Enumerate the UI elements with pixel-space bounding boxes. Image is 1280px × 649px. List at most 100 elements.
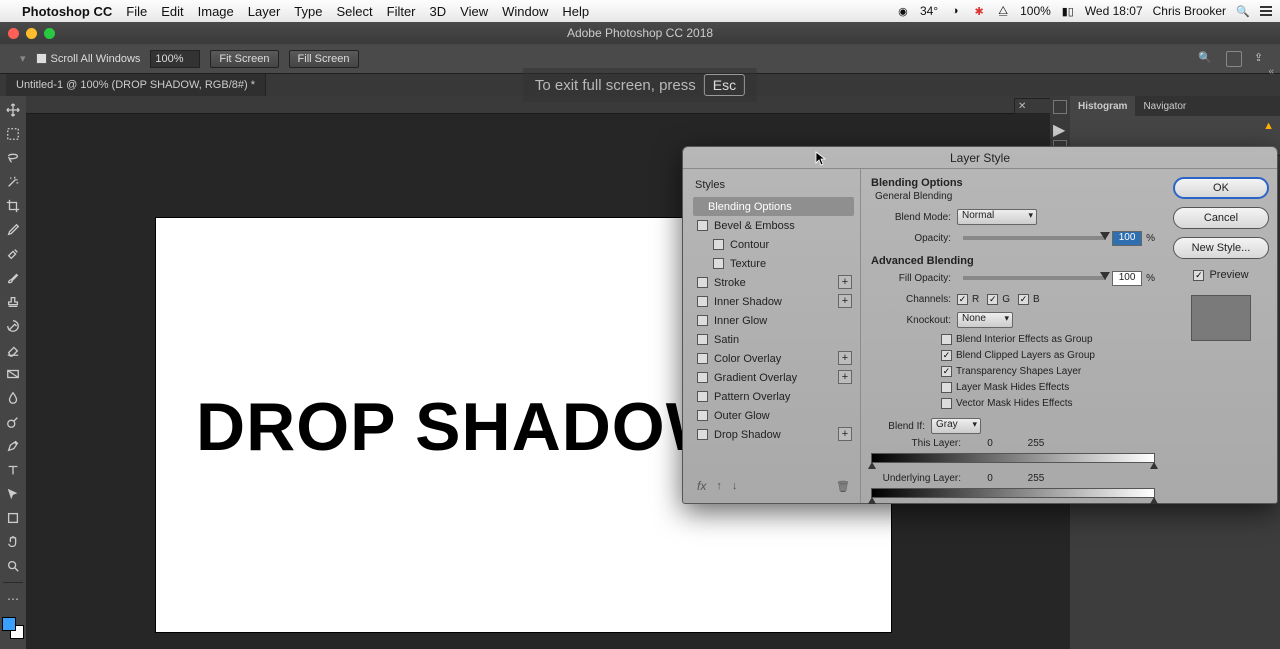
menu-help[interactable]: Help bbox=[562, 4, 589, 19]
share-icon[interactable]: ⇪ bbox=[1254, 51, 1270, 67]
eyedropper-tool[interactable] bbox=[3, 220, 23, 240]
dialog-title[interactable]: Layer Style bbox=[683, 147, 1277, 169]
fx-icon[interactable]: fx bbox=[697, 479, 706, 493]
adv3-checkbox[interactable] bbox=[941, 366, 952, 377]
adv4-checkbox[interactable] bbox=[941, 382, 952, 393]
hand-tool[interactable] bbox=[3, 532, 23, 552]
user-name[interactable]: Chris Brooker bbox=[1153, 4, 1226, 18]
battery-icon[interactable]: ▮▯ bbox=[1061, 4, 1075, 18]
add-drop-shadow-icon[interactable]: + bbox=[838, 427, 852, 441]
style-satin[interactable]: Satin bbox=[693, 330, 854, 349]
blendif-select[interactable]: Gray bbox=[931, 418, 981, 434]
fill-opacity-field[interactable]: 100 bbox=[1112, 271, 1142, 286]
under-layer-gradient[interactable] bbox=[871, 488, 1155, 498]
fg-color-swatch[interactable] bbox=[2, 617, 16, 631]
spotlight-icon[interactable]: 🔍 bbox=[1236, 4, 1250, 18]
collapse-panels-icon[interactable]: « bbox=[1268, 66, 1274, 77]
menu-select[interactable]: Select bbox=[336, 4, 372, 19]
clock[interactable]: Wed 18:07 bbox=[1085, 4, 1143, 18]
style-pattern-overlay[interactable]: Pattern Overlay bbox=[693, 387, 854, 406]
type-tool[interactable] bbox=[3, 460, 23, 480]
brush-tool[interactable] bbox=[3, 268, 23, 288]
tab-navigator[interactable]: Navigator bbox=[1135, 96, 1194, 116]
dock-icon-1[interactable] bbox=[1053, 100, 1067, 114]
zoom-input[interactable] bbox=[150, 50, 200, 68]
edit-toolbar-icon[interactable]: ⋯ bbox=[3, 589, 23, 609]
zoom-tool[interactable] bbox=[3, 556, 23, 576]
menu-window[interactable]: Window bbox=[502, 4, 548, 19]
scroll-all-checkbox[interactable] bbox=[36, 53, 47, 64]
move-tool[interactable] bbox=[3, 100, 23, 120]
adv1-checkbox[interactable] bbox=[941, 334, 952, 345]
style-bevel[interactable]: Bevel & Emboss bbox=[693, 216, 854, 235]
add-inner-shadow-icon[interactable]: + bbox=[838, 294, 852, 308]
opacity-slider[interactable] bbox=[963, 236, 1106, 240]
pen-tool[interactable] bbox=[3, 436, 23, 456]
menubar-app[interactable]: Photoshop CC bbox=[22, 4, 112, 19]
stamp-tool[interactable] bbox=[3, 292, 23, 312]
channel-b-checkbox[interactable] bbox=[1018, 294, 1029, 305]
style-blending-options[interactable]: Blending Options bbox=[693, 197, 854, 216]
search-icon[interactable]: 🔍 bbox=[1198, 51, 1214, 67]
opacity-field[interactable]: 100 bbox=[1112, 231, 1142, 246]
dodge-tool[interactable] bbox=[3, 412, 23, 432]
tab-histogram[interactable]: Histogram bbox=[1070, 96, 1135, 116]
blend-mode-select[interactable]: Normal bbox=[957, 209, 1037, 225]
temp-indicator[interactable]: 34° bbox=[920, 4, 938, 18]
crop-tool[interactable] bbox=[3, 196, 23, 216]
menu-type[interactable]: Type bbox=[294, 4, 322, 19]
channel-r-checkbox[interactable] bbox=[957, 294, 968, 305]
shape-tool[interactable] bbox=[3, 508, 23, 528]
path-tool[interactable] bbox=[3, 484, 23, 504]
history-tool[interactable] bbox=[3, 316, 23, 336]
cloud-icon[interactable]: ◑ bbox=[948, 4, 962, 18]
this-layer-gradient[interactable] bbox=[871, 453, 1155, 463]
style-texture[interactable]: Texture bbox=[693, 254, 854, 273]
channel-g-checkbox[interactable] bbox=[987, 294, 998, 305]
menu-image[interactable]: Image bbox=[198, 4, 234, 19]
style-outer-glow[interactable]: Outer Glow bbox=[693, 406, 854, 425]
menu-filter[interactable]: Filter bbox=[387, 4, 416, 19]
blur-tool[interactable] bbox=[3, 388, 23, 408]
wifi-icon[interactable]: ⧋ bbox=[996, 4, 1010, 18]
adv2-checkbox[interactable] bbox=[941, 350, 952, 361]
fill-screen-button[interactable]: Fill Screen bbox=[289, 50, 359, 68]
warning-icon[interactable]: ▲ bbox=[1263, 120, 1274, 132]
gradient-tool[interactable] bbox=[3, 364, 23, 384]
style-color-overlay[interactable]: Color Overlay+ bbox=[693, 349, 854, 368]
menu-view[interactable]: View bbox=[460, 4, 488, 19]
menu-file[interactable]: File bbox=[126, 4, 147, 19]
color-swatches[interactable] bbox=[2, 617, 24, 639]
styles-head[interactable]: Styles bbox=[693, 175, 854, 197]
dock-icon-2[interactable]: ▶ bbox=[1053, 120, 1067, 134]
ok-button[interactable]: OK bbox=[1173, 177, 1269, 199]
new-style-button[interactable]: New Style... bbox=[1173, 237, 1269, 259]
battery-pct[interactable]: 100% bbox=[1020, 4, 1051, 18]
marquee-tool[interactable] bbox=[3, 124, 23, 144]
adv5-checkbox[interactable] bbox=[941, 398, 952, 409]
fill-opacity-slider[interactable] bbox=[963, 276, 1106, 280]
move-down-icon[interactable]: ↓ bbox=[732, 480, 738, 492]
add-stroke-icon[interactable]: + bbox=[838, 275, 852, 289]
add-color-overlay-icon[interactable]: + bbox=[838, 351, 852, 365]
eraser-tool[interactable] bbox=[3, 340, 23, 360]
layer-style-dialog[interactable]: Layer Style Styles Blending Options Beve… bbox=[682, 146, 1278, 504]
frame-icon[interactable] bbox=[1226, 51, 1242, 67]
preview-checkbox[interactable] bbox=[1193, 270, 1204, 281]
util-icon[interactable]: ✱ bbox=[972, 4, 986, 18]
style-inner-shadow[interactable]: Inner Shadow+ bbox=[693, 292, 854, 311]
style-contour[interactable]: Contour bbox=[693, 235, 854, 254]
knockout-select[interactable]: None bbox=[957, 312, 1013, 328]
move-up-icon[interactable]: ↑ bbox=[716, 480, 722, 492]
style-gradient-overlay[interactable]: Gradient Overlay+ bbox=[693, 368, 854, 387]
menu-edit[interactable]: Edit bbox=[161, 4, 183, 19]
trash-icon[interactable]: 🗑 bbox=[836, 480, 850, 493]
window-titlebar[interactable]: Adobe Photoshop CC 2018 bbox=[0, 22, 1280, 44]
document-tab[interactable]: Untitled-1 @ 100% (DROP SHADOW, RGB/8#) … bbox=[6, 74, 266, 96]
style-drop-shadow[interactable]: Drop Shadow+ bbox=[693, 425, 854, 444]
menu-layer[interactable]: Layer bbox=[248, 4, 281, 19]
lasso-tool[interactable] bbox=[3, 148, 23, 168]
wand-tool[interactable] bbox=[3, 172, 23, 192]
heal-tool[interactable] bbox=[3, 244, 23, 264]
notification-icon[interactable] bbox=[1260, 6, 1272, 16]
